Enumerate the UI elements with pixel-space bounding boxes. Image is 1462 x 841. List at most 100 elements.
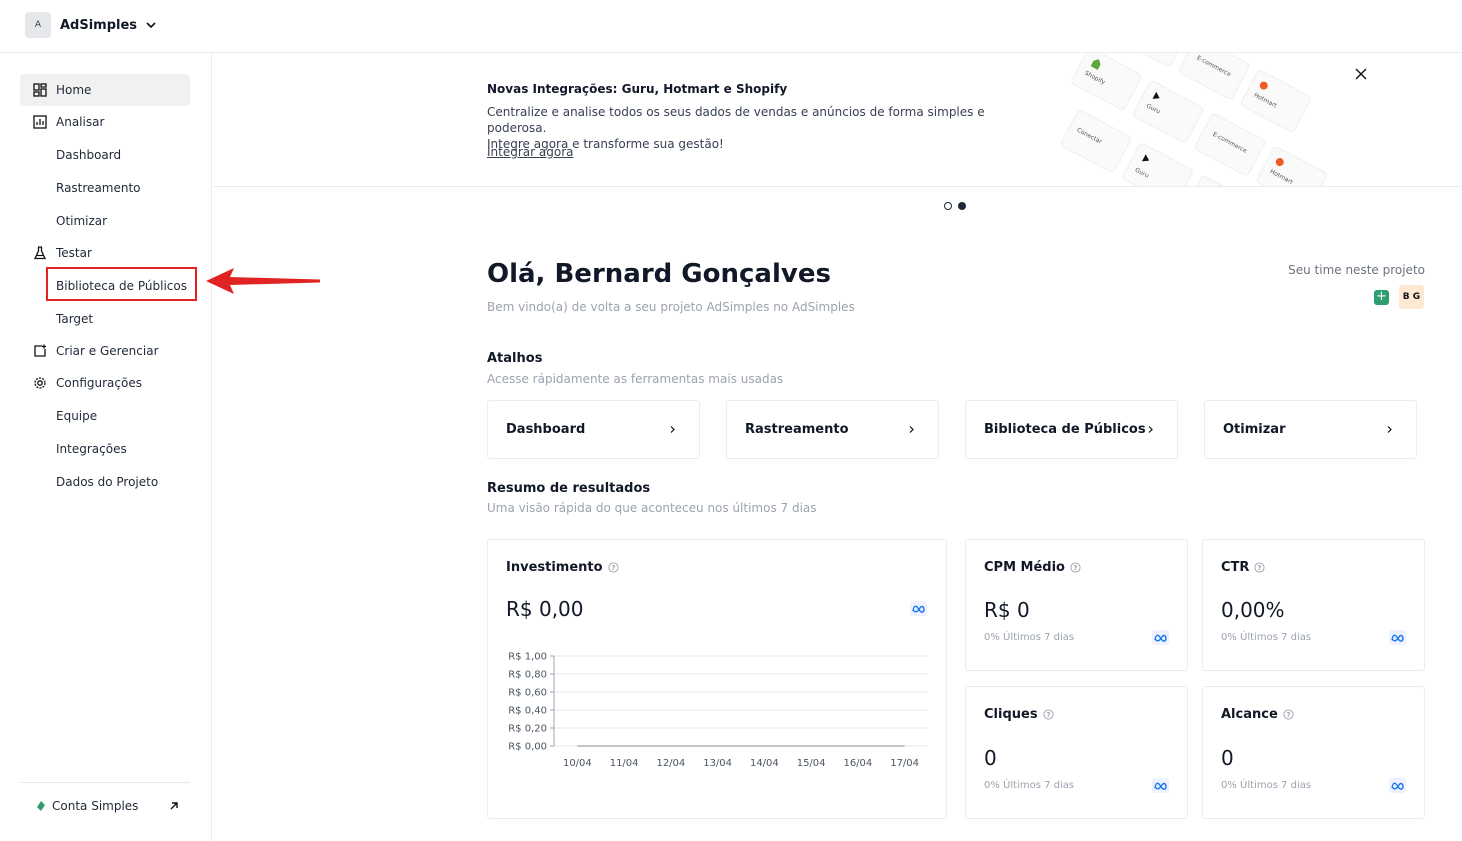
svg-text:?: ? [1258, 564, 1262, 572]
x-tick-label: 13/04 [703, 758, 732, 769]
help-icon[interactable]: ? [1254, 562, 1265, 573]
sidebar-item-criar-e-gerenciar[interactable]: Criar e Gerenciar [20, 335, 190, 367]
chevron-right-icon [1148, 426, 1153, 433]
y-tick-label: R$ 0,40 [508, 706, 547, 717]
sidebar-item-label: Equipe [56, 409, 98, 423]
meta-icon[interactable] [1152, 630, 1169, 645]
cliques-trend: 0% Últimos 7 dias [984, 780, 1075, 791]
cpm-trend: 0% Últimos 7 dias [984, 632, 1075, 643]
meta-logo-icon [1391, 634, 1404, 642]
sidebar-item-label: Target [56, 312, 94, 326]
cpm-label: CPM Médio [984, 560, 1065, 575]
shortcut-label: Otimizar [1223, 422, 1286, 437]
results-subtitle: Uma visão rápida do que aconteceu nos úl… [487, 501, 817, 515]
sidebar-item-equipe[interactable]: Equipe [20, 400, 190, 432]
add-square-icon [34, 344, 46, 357]
x-tick-label: 10/04 [563, 758, 592, 769]
investimento-chart: R$ 0,00 R$ 0,20 R$ 0,40 R$ 0,60 R$ 0,80 R$ 1,… [508, 652, 928, 769]
investimento-card: Investimento ? R$ 0,00 R$ 0,00 R$ 0,20 R$ … [487, 539, 947, 819]
x-tick-label: 17/04 [890, 758, 919, 769]
svg-text:?: ? [1046, 711, 1050, 719]
help-icon[interactable]: ? [1283, 709, 1294, 720]
sidebar-item-target[interactable]: Target [20, 303, 190, 335]
sidebar-item-label: Testar [56, 246, 92, 260]
shortcut-biblioteca-de-publicos[interactable]: Biblioteca de Públicos [965, 400, 1178, 459]
y-tick-label: R$ 0,60 [508, 688, 547, 699]
meta-icon[interactable] [1389, 778, 1406, 793]
shortcuts-title: Atalhos [487, 351, 543, 366]
team-label: Seu time neste projeto [1288, 263, 1425, 277]
shortcut-label: Rastreamento [745, 422, 849, 437]
x-tick-label: 12/04 [656, 758, 685, 769]
ctr-label: CTR [1221, 560, 1250, 575]
chevron-right-icon [670, 426, 675, 433]
cpm-value: R$ 0 [984, 598, 1030, 622]
ctr-card: CTR ? 0,00% 0% Últimos 7 dias [1202, 539, 1425, 671]
y-tick-label: R$ 0,80 [508, 670, 547, 681]
alcance-trend: 0% Últimos 7 dias [1221, 780, 1312, 791]
sidebar: Home Analisar Dashboard Rastreamento Oti… [0, 53, 320, 841]
sidebar-item-label: Rastreamento [56, 181, 141, 195]
sidebar-item-label: Otimizar [56, 214, 108, 228]
shortcut-rastreamento[interactable]: Rastreamento [726, 400, 939, 459]
gear-icon [34, 377, 46, 389]
sidebar-item-label: Analisar [56, 115, 105, 129]
dashboard-grid-icon [33, 83, 47, 97]
meta-icon[interactable] [1389, 630, 1406, 645]
banner-line-1: Centralize e analise todos os seus dados… [487, 105, 985, 135]
sidebar-item-label: Dados do Projeto [56, 475, 159, 489]
avatar[interactable]: B G [1399, 285, 1424, 309]
highlight-box [46, 267, 197, 301]
sidebar-item-configuracoes[interactable]: Configurações [20, 367, 190, 399]
cpm-card: CPM Médio ? R$ 0 0% Últimos 7 dias [965, 539, 1188, 671]
sidebar-item-dados-do-projeto[interactable]: Dados do Projeto [20, 466, 190, 498]
chevron-right-icon [1387, 426, 1392, 433]
card-title: Cliques ? [984, 707, 1054, 722]
sidebar-item-otimizar[interactable]: Otimizar [20, 205, 190, 237]
meta-logo-icon [1154, 634, 1167, 642]
sidebar-item-testar[interactable]: Testar [20, 237, 190, 269]
sidebar-item-integracoes[interactable]: Integrações [20, 433, 190, 465]
help-icon[interactable]: ? [1043, 709, 1054, 720]
y-tick-label: R$ 0,20 [508, 724, 547, 735]
shortcut-otimizar[interactable]: Otimizar [1204, 400, 1417, 459]
card-title: CPM Médio ? [984, 560, 1081, 575]
external-link-icon [170, 802, 178, 810]
meta-icon[interactable] [1152, 778, 1169, 793]
close-icon[interactable] [1354, 67, 1368, 81]
page-title: Olá, Bernard Gonçalves [487, 259, 831, 289]
workspace-name: AdSimples [60, 17, 138, 33]
alcance-card: Alcance ? 0 0% Últimos 7 dias [1202, 686, 1425, 819]
sidebar-item-home[interactable]: Home [20, 74, 190, 106]
chevron-down-icon [146, 22, 156, 29]
carousel-dot-active[interactable] [958, 202, 966, 210]
card-title: CTR ? [1221, 560, 1265, 575]
x-tick-label: 14/04 [750, 758, 779, 769]
sidebar-item-label: Dashboard [56, 148, 122, 162]
sidebar-item-label: Criar e Gerenciar [56, 344, 159, 358]
svg-text:?: ? [1073, 564, 1077, 572]
carousel-dots [944, 202, 966, 210]
sidebar-item-dashboard[interactable]: Dashboard [20, 139, 190, 171]
ctr-trend: 0% Últimos 7 dias [1221, 632, 1312, 643]
carousel-dot[interactable] [944, 202, 952, 210]
workspace-switcher[interactable]: A AdSimples [25, 12, 157, 38]
sidebar-item-analisar[interactable]: Analisar [20, 106, 190, 138]
integrations-banner: Novas Integrações: Guru, Hotmart e Shopi… [213, 53, 1462, 187]
add-team-member-button[interactable]: + [1374, 290, 1389, 305]
meta-logo-icon [1391, 782, 1404, 790]
chevron-right-icon [909, 426, 914, 433]
cliques-value: 0 [984, 746, 997, 770]
y-tick-label: R$ 0,00 [508, 742, 547, 753]
integrar-agora-link[interactable]: Integrar agora [487, 145, 573, 159]
top-bar: A AdSimples [0, 0, 1462, 53]
sidebar-item-rastreamento[interactable]: Rastreamento [20, 172, 190, 204]
help-icon[interactable]: ? [1070, 562, 1081, 573]
conta-simples-link[interactable]: Conta Simples [20, 782, 190, 813]
shortcuts-subtitle: Acesse rápidamente as ferramentas mais u… [487, 372, 784, 386]
cliques-label: Cliques [984, 707, 1038, 722]
x-tick-label: 16/04 [843, 758, 872, 769]
results-title: Resumo de resultados [487, 481, 651, 496]
page-subtitle: Bem vindo(a) de volta a seu projeto AdSi… [487, 300, 855, 314]
shortcut-dashboard[interactable]: Dashboard [487, 400, 700, 459]
